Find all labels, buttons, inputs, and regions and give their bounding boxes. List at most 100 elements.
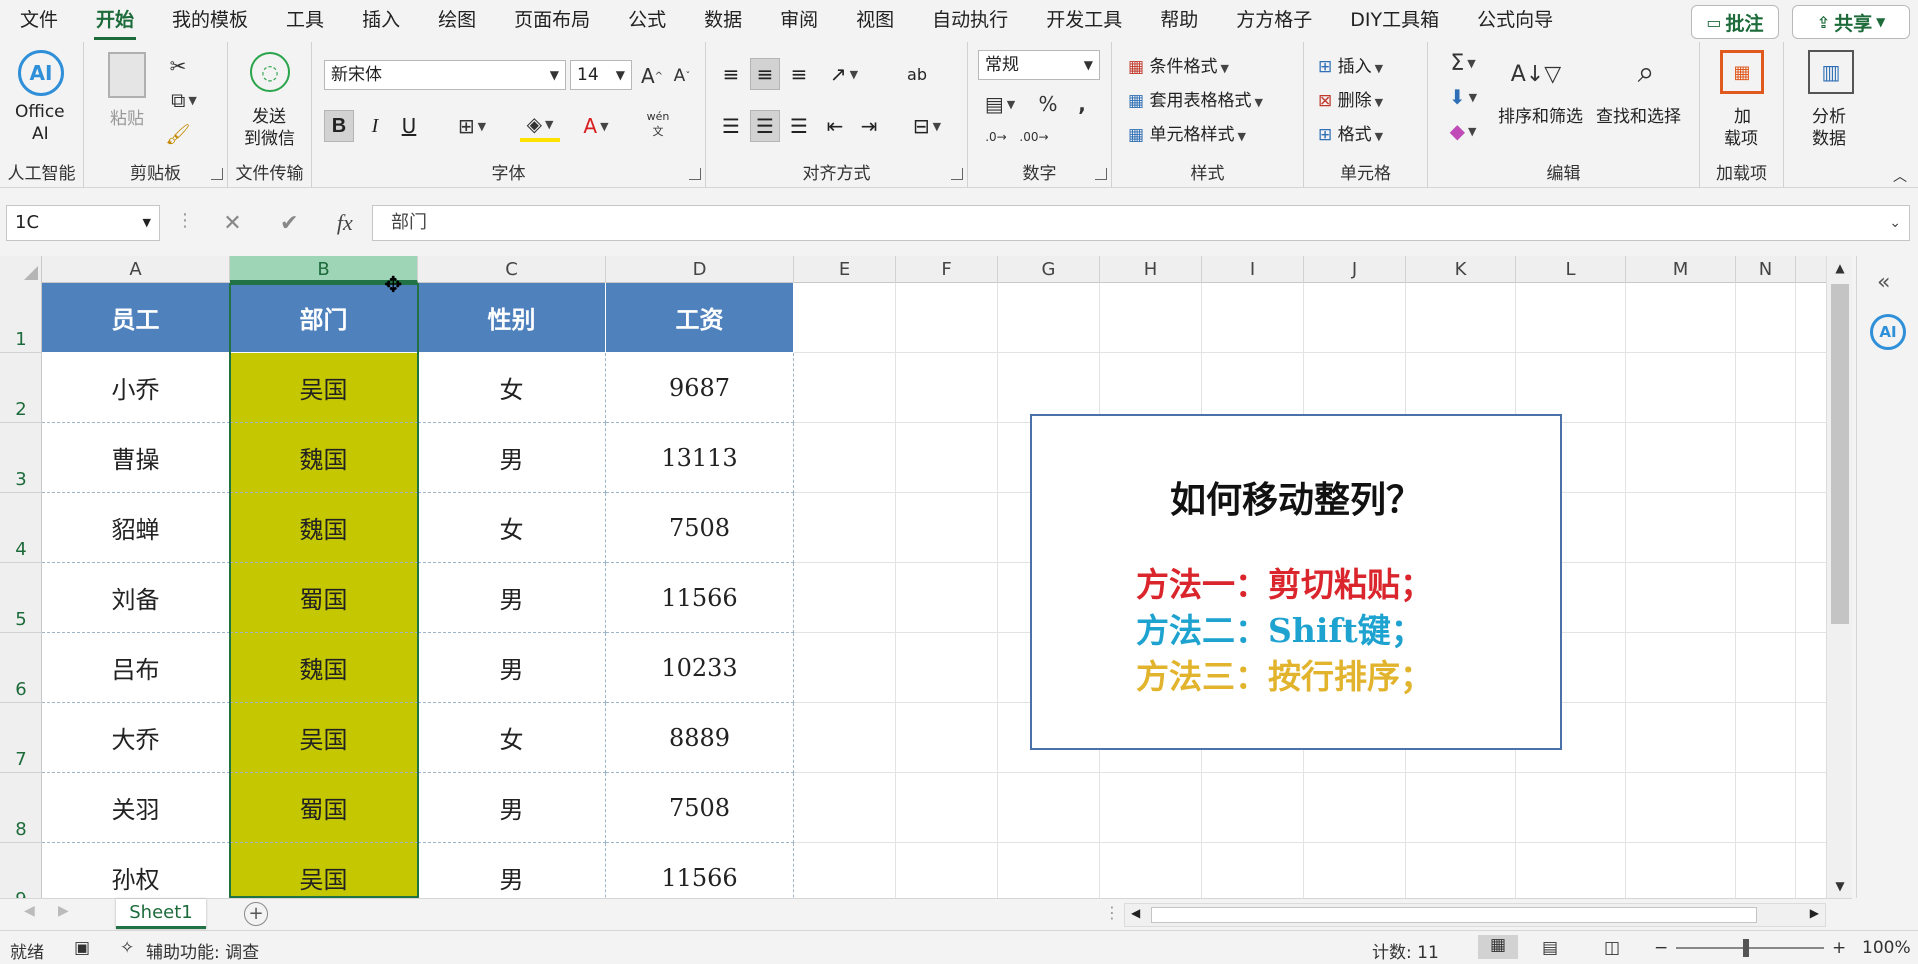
data-cell[interactable]: 男 — [418, 843, 606, 898]
macro-record-icon[interactable]: ▣ — [74, 938, 90, 958]
data-cell[interactable]: 女 — [418, 493, 606, 563]
data-cell[interactable]: 貂蝉 — [42, 493, 230, 563]
menu-tab-11[interactable]: 自动执行 — [913, 0, 1027, 42]
font-size-select[interactable]: 14 ▼ — [570, 60, 632, 90]
column-header-m[interactable]: M — [1626, 256, 1736, 283]
row-header-5[interactable]: 5 — [0, 563, 42, 633]
data-cell[interactable]: 10233 — [606, 633, 794, 703]
merge-center-icon[interactable]: ⊟ ▼ — [902, 110, 952, 142]
row-header-3[interactable]: 3 — [0, 423, 42, 493]
column-header-e[interactable]: E — [794, 256, 896, 283]
row-header-2[interactable]: 2 — [0, 353, 42, 423]
data-cell[interactable]: 11566 — [606, 563, 794, 633]
alignment-launcher[interactable] — [951, 168, 963, 180]
fill-color-icon[interactable]: ◈ ▼ — [520, 110, 560, 142]
menu-tab-2[interactable]: 我的模板 — [153, 0, 267, 42]
format-table-button[interactable]: ▦ 套用表格格式 ▼ — [1128, 86, 1263, 111]
zoom-level[interactable]: 100% — [1862, 938, 1911, 958]
format-painter-icon[interactable]: 🖌 — [164, 120, 192, 148]
to-wechat-label[interactable]: 到微信 — [244, 124, 295, 149]
addins-icon[interactable]: ▦ — [1720, 50, 1764, 94]
wrap-text-icon[interactable]: ab — [902, 58, 932, 90]
sort-filter-button[interactable]: 排序和筛选 — [1498, 102, 1583, 127]
cut-icon[interactable]: ✂ — [164, 52, 192, 80]
header-cell[interactable]: 工资 — [606, 283, 794, 353]
decrease-decimal-icon[interactable]: .00→ — [1016, 122, 1052, 152]
menu-tab-3[interactable]: 工具 — [267, 0, 343, 42]
cell-styles-button[interactable]: ▦ 单元格样式 ▼ — [1128, 120, 1246, 145]
data-cell[interactable]: 8889 — [606, 703, 794, 773]
align-middle-icon[interactable]: ≡ — [750, 58, 780, 90]
share-button[interactable]: ⇪ 共享 ▼ — [1792, 5, 1910, 39]
find-select-button[interactable]: 查找和选择 — [1596, 102, 1681, 127]
scroll-down-icon[interactable]: ▼ — [1827, 874, 1853, 898]
select-all-button[interactable] — [0, 256, 42, 283]
column-header-k[interactable]: K — [1406, 256, 1516, 283]
data-cell[interactable]: 魏国 — [230, 633, 418, 703]
data-cell[interactable]: 蜀国 — [230, 773, 418, 843]
wechat-icon[interactable]: ◌ — [250, 52, 290, 92]
paste-icon[interactable] — [108, 52, 146, 98]
menu-tab-0[interactable]: 文件 — [0, 0, 77, 42]
conditional-format-button[interactable]: ▦ 条件格式 ▼ — [1128, 52, 1229, 77]
column-header-a[interactable]: A — [42, 256, 230, 283]
phonetic-icon[interactable]: wén 文 — [638, 108, 678, 140]
collapse-pane-icon[interactable]: « — [1877, 270, 1890, 295]
increase-indent-icon[interactable]: ⇥ — [854, 110, 884, 142]
vertical-scroll-thumb[interactable] — [1831, 284, 1849, 624]
scroll-up-icon[interactable]: ▲ — [1827, 256, 1853, 280]
analyze-data-icon[interactable]: ▥ — [1808, 50, 1854, 94]
data-cell[interactable]: 11566 — [606, 843, 794, 898]
data-cell[interactable]: 关羽 — [42, 773, 230, 843]
borders-icon[interactable]: ⊞ ▼ — [452, 110, 492, 142]
data-cell[interactable]: 7508 — [606, 773, 794, 843]
comma-icon[interactable]: , — [1068, 90, 1096, 118]
autosum-icon[interactable]: Σ ▼ — [1440, 48, 1486, 78]
horizontal-scroll-thumb[interactable] — [1151, 907, 1757, 923]
data-cell[interactable]: 男 — [418, 423, 606, 493]
search-icon[interactable]: ⌕ — [1622, 48, 1670, 96]
zoom-out-icon[interactable]: − — [1654, 938, 1668, 958]
menu-tab-8[interactable]: 数据 — [685, 0, 761, 42]
menu-tab-4[interactable]: 插入 — [343, 0, 419, 42]
increase-font-icon[interactable]: A ^ — [638, 62, 666, 90]
text-box[interactable]: 如何移动整列？ 方法一：剪切粘贴； 方法二：Shift键； 方法三：按行排序； — [1030, 414, 1562, 750]
worksheet[interactable]: ABCDEFGHIJKLMN 123456789 员工部门性别工资小乔吴国女96… — [0, 256, 1852, 898]
addins-label-2[interactable]: 载项 — [1724, 124, 1758, 149]
align-center-icon[interactable]: ☰ — [750, 110, 780, 142]
collapse-ribbon-icon[interactable]: ︿ — [1888, 166, 1912, 186]
data-cell[interactable]: 小乔 — [42, 353, 230, 423]
increase-decimal-icon[interactable]: .0→ — [978, 122, 1014, 152]
align-top-icon[interactable]: ≡ — [716, 58, 746, 90]
data-cell[interactable]: 吕布 — [42, 633, 230, 703]
expand-formula-icon[interactable]: ⌄ — [1889, 206, 1901, 240]
currency-icon[interactable]: ▤ ▼ — [980, 90, 1020, 118]
fill-icon[interactable]: ⬇ ▼ — [1440, 82, 1486, 112]
data-cell[interactable]: 曹操 — [42, 423, 230, 493]
sort-filter-icon[interactable]: A↓▽ — [1508, 50, 1564, 98]
delete-cells-button[interactable]: ⊠ 删除 ▼ — [1318, 86, 1383, 111]
decrease-indent-icon[interactable]: ⇤ — [820, 110, 850, 142]
data-cell[interactable]: 魏国 — [230, 493, 418, 563]
data-cell[interactable]: 吴国 — [230, 703, 418, 773]
data-cell[interactable]: 蜀国 — [230, 563, 418, 633]
font-launcher[interactable] — [689, 168, 701, 180]
column-header-f[interactable]: F — [896, 256, 998, 283]
menu-tab-9[interactable]: 审阅 — [761, 0, 837, 42]
column-header-c[interactable]: C — [418, 256, 606, 283]
menu-tab-16[interactable]: 公式向导 — [1458, 0, 1572, 42]
zoom-slider-thumb[interactable] — [1743, 939, 1749, 957]
data-cell[interactable]: 刘备 — [42, 563, 230, 633]
clipboard-launcher[interactable] — [211, 168, 223, 180]
tab-splitter-icon[interactable]: ⋮ — [1104, 903, 1120, 922]
menu-tab-6[interactable]: 页面布局 — [495, 0, 609, 42]
percent-icon[interactable]: % — [1034, 90, 1062, 118]
menu-tab-15[interactable]: DIY工具箱 — [1331, 0, 1458, 42]
scroll-left-icon[interactable]: ◀ — [1131, 906, 1140, 920]
office-ai-label[interactable]: Office — [15, 102, 65, 122]
formula-input[interactable]: 部门 ⌄ — [372, 205, 1910, 241]
data-cell[interactable]: 女 — [418, 353, 606, 423]
column-header-n[interactable]: N — [1736, 256, 1796, 283]
underline-button[interactable]: U — [394, 110, 424, 142]
copy-icon[interactable]: ⧉ ▼ — [164, 86, 204, 114]
